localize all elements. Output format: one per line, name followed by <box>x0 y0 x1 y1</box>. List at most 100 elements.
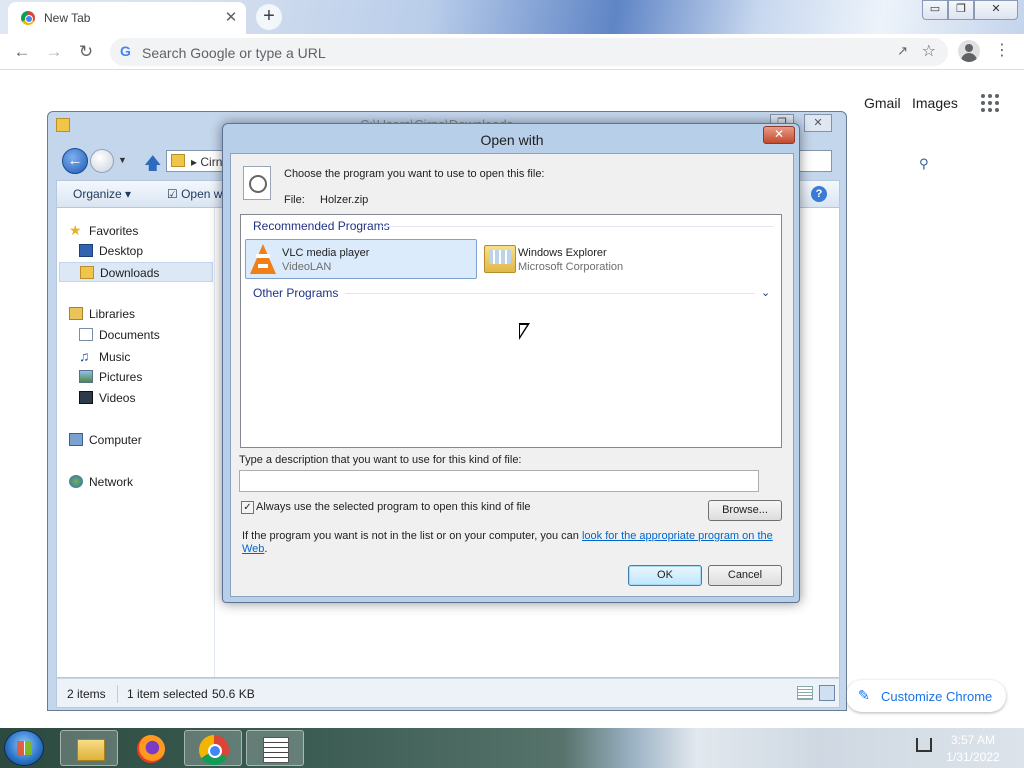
dialog-close-button[interactable]: ✕ <box>763 126 795 144</box>
chrome-toolbar: ← → ↻ G Search Google or type a URL ↗ ☆ … <box>0 34 1024 70</box>
folder-icon <box>77 739 105 761</box>
history-dropdown-icon[interactable]: ▼ <box>118 155 127 165</box>
navigation-pane: ★ Favorites Desktop Downloads Libraries D… <box>57 208 215 677</box>
cancel-button[interactable]: Cancel <box>708 565 782 586</box>
program-name: VLC media player <box>282 247 370 259</box>
nav-libraries[interactable]: Libraries <box>69 304 135 324</box>
program-vlc[interactable]: VLC media player VideoLAN <box>245 239 477 279</box>
explorer-close-button[interactable]: ✕ <box>804 114 832 132</box>
large-icons-view-icon[interactable] <box>819 685 835 701</box>
program-name: Windows Explorer <box>518 247 607 259</box>
taskbar-chrome[interactable] <box>184 730 242 766</box>
taskbar-firefox[interactable] <box>122 730 180 766</box>
program-vendor: Microsoft Corporation <box>518 261 624 273</box>
clock-date[interactable]: 1/31/2022 <box>938 750 1008 764</box>
chrome-favicon-icon <box>21 11 35 25</box>
group-divider <box>345 293 755 294</box>
program-list[interactable]: Recommended Programs VLC media player Vi… <box>240 214 782 448</box>
windows-taskbar: 3:57 AM 1/31/2022 <box>0 728 1024 768</box>
file-name: Holzer.zip <box>320 194 369 206</box>
search-icon[interactable]: ⚲ <box>919 156 929 172</box>
restore-button[interactable]: ❐ <box>948 0 974 20</box>
back-arrow-icon[interactable]: ← <box>10 40 34 64</box>
mouse-pointer-icon <box>519 323 530 340</box>
nav-videos[interactable]: Videos <box>79 388 135 408</box>
always-use-label[interactable]: Always use the selected program to open … <box>256 501 531 513</box>
folder-icon <box>56 118 70 132</box>
omnibox-placeholder[interactable]: Search Google or type a URL <box>142 45 326 61</box>
libraries-icon <box>69 307 83 320</box>
music-icon: ♫ <box>79 348 90 364</box>
network-icon <box>69 475 83 488</box>
nav-downloads[interactable]: Downloads <box>59 262 213 282</box>
videos-icon <box>79 391 93 404</box>
documents-icon <box>79 328 93 341</box>
status-divider <box>117 685 118 703</box>
share-icon[interactable]: ↗ <box>897 43 908 59</box>
choose-program-text: Choose the program you want to use to op… <box>284 168 545 180</box>
explorer-back-icon[interactable]: ← <box>62 148 88 174</box>
nav-pictures[interactable]: Pictures <box>79 367 142 387</box>
group-divider <box>381 226 773 227</box>
network-tray-icon[interactable] <box>916 738 932 752</box>
program-vendor: VideoLAN <box>282 261 332 273</box>
file-search-icon <box>243 166 271 200</box>
start-button[interactable] <box>4 730 44 766</box>
program-windows-explorer[interactable]: Windows Explorer Microsoft Corporation <box>481 239 713 279</box>
omnibox[interactable]: G Search Google or type a URL ↗ ☆ <box>110 38 948 66</box>
nav-music[interactable]: ♫ Music <box>79 346 130 366</box>
nav-desktop[interactable]: Desktop <box>79 241 143 261</box>
selection-count: 1 item selected <box>127 687 208 701</box>
recommended-programs-header[interactable]: Recommended Programs <box>253 219 390 233</box>
details-view-icon[interactable] <box>797 686 813 700</box>
bookmark-star-icon[interactable]: ☆ <box>922 41 936 61</box>
computer-icon <box>69 433 83 446</box>
address-folder-icon <box>171 154 185 167</box>
chrome-icon <box>199 735 229 765</box>
google-g-icon: G <box>120 43 131 59</box>
taskbar-explorer[interactable] <box>60 730 118 766</box>
clock-time[interactable]: 3:57 AM <box>938 733 1008 747</box>
nav-favorites[interactable]: ★ Favorites <box>69 220 138 240</box>
help-icon[interactable]: ? <box>811 186 827 202</box>
forward-arrow-icon[interactable]: → <box>42 40 66 64</box>
other-programs-header[interactable]: Other Programs <box>253 286 338 300</box>
profile-avatar-icon[interactable] <box>958 40 980 62</box>
hint-text: If the program you want is not in the li… <box>242 530 773 555</box>
explorer-forward-icon[interactable] <box>90 149 114 173</box>
tab-close-icon[interactable]: ✕ <box>222 9 240 27</box>
close-window-button[interactable]: ✕ <box>974 0 1018 20</box>
gmail-link[interactable]: Gmail <box>864 95 901 111</box>
star-icon: ★ <box>69 222 82 238</box>
images-link[interactable]: Images <box>912 95 958 111</box>
windows-explorer-icon <box>484 245 516 273</box>
dialog-client-area: Choose the program you want to use to op… <box>230 153 794 597</box>
nav-documents[interactable]: Documents <box>79 325 160 345</box>
vlc-cone-icon <box>250 244 276 274</box>
description-input[interactable] <box>239 470 759 492</box>
minimize-button[interactable]: ▭ <box>922 0 948 20</box>
file-label: File: <box>284 194 305 206</box>
tab-new-tab[interactable]: New Tab ✕ <box>8 2 246 34</box>
reload-icon[interactable]: ↻ <box>74 40 98 64</box>
ok-button[interactable]: OK <box>628 565 702 586</box>
chrome-menu-icon[interactable]: ⋮ <box>994 40 1010 62</box>
customize-chrome-button[interactable]: ✎ Customize Chrome <box>846 680 1006 712</box>
new-tab-button[interactable]: + <box>256 4 282 30</box>
taskbar-task-app[interactable] <box>246 730 304 766</box>
google-apps-icon[interactable] <box>981 94 999 112</box>
always-use-checkbox[interactable]: ✓ <box>241 501 254 514</box>
up-folder-icon[interactable]: 🡅 <box>144 151 161 180</box>
pencil-icon: ✎ <box>858 687 870 703</box>
nav-network[interactable]: Network <box>69 472 133 492</box>
description-label: Type a description that you want to use … <box>239 454 522 466</box>
organize-button[interactable]: Organize ▾ <box>73 187 131 201</box>
browse-button[interactable]: Browse... <box>708 500 782 521</box>
nav-computer[interactable]: Computer <box>69 430 142 450</box>
open-with-dialog: Open with ✕ Choose the program you want … <box>222 123 800 603</box>
checklist-icon <box>263 737 289 763</box>
item-count: 2 items <box>67 687 106 701</box>
downloads-folder-icon <box>80 266 94 279</box>
chevron-down-icon[interactable]: ⌄ <box>761 286 770 299</box>
firefox-icon <box>137 735 165 763</box>
